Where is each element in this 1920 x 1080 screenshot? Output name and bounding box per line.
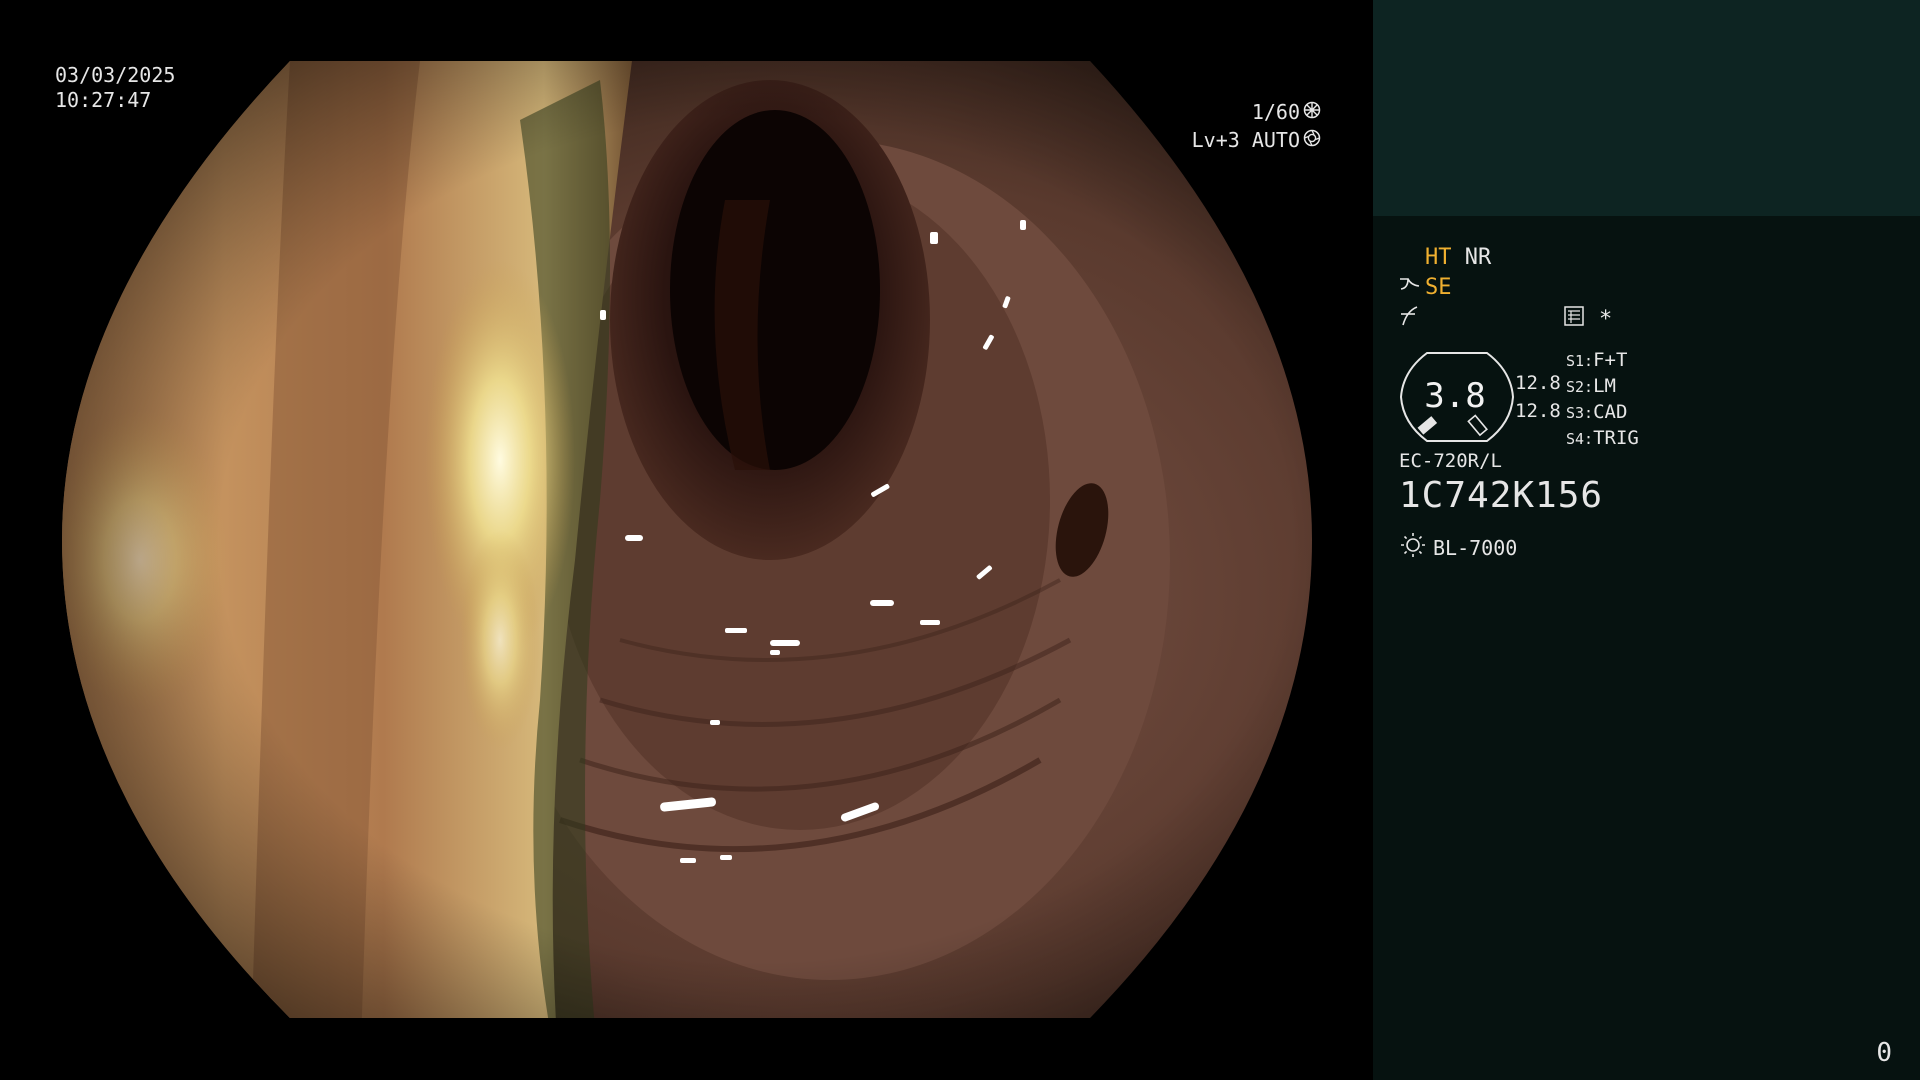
- structure-enhance-row: SE: [1399, 274, 1452, 302]
- exposure-readout: 1/60 Lv+3 AUTO: [1192, 98, 1321, 154]
- date-text: 03/03/2025: [55, 63, 176, 87]
- memory-row: *: [1563, 305, 1612, 335]
- endoscopic-image: [62, 61, 1312, 1018]
- switch-row: S1:F+T: [1566, 349, 1628, 371]
- switch-row: S4:TRIG: [1566, 427, 1639, 449]
- aperture-icon: [1303, 101, 1321, 123]
- nr-indicator: NR: [1464, 245, 1492, 270]
- patient-info-area: [1373, 0, 1920, 216]
- ht-indicator: HT: [1425, 245, 1452, 270]
- processing-mode-row: HT NR: [1425, 244, 1491, 272]
- se-indicator: SE: [1425, 275, 1452, 300]
- asterisk-indicator: *: [1599, 307, 1613, 332]
- switch-row: S3:CAD: [1566, 401, 1628, 423]
- light-source-text: BL-7000: [1433, 535, 1518, 560]
- structure-enhance-icon: [1399, 274, 1421, 302]
- iris-icon: [1303, 129, 1321, 151]
- zoom-reading-1: 12.8: [1515, 372, 1561, 394]
- slope-icon: [1399, 306, 1421, 333]
- endoscope-view: 03/03/2025 10:27:47 1/60 Lv+3 AUTO: [0, 0, 1373, 1080]
- info-panel: HT NR SE * 3.8 12.8 12.8 S1:F+T S2:LM S3…: [1373, 0, 1920, 1080]
- switch-row: S2:LM: [1566, 375, 1616, 397]
- scope-serial: 1C742K156: [1399, 475, 1604, 516]
- light-source-icon: [1399, 530, 1427, 565]
- datetime-readout: 03/03/2025 10:27:47: [55, 63, 175, 113]
- slope-indicator: [1399, 305, 1421, 335]
- shutter-speed-text: 1/60: [1251, 99, 1300, 124]
- light-source-row: BL-7000: [1399, 530, 1517, 565]
- memory-card-icon: [1563, 305, 1585, 335]
- brightness-level-text: Lv+3 AUTO: [1191, 127, 1300, 152]
- scope-switch-list: S1:F+T S2:LM S3:CAD S4:TRIG: [1566, 348, 1639, 452]
- zoom-readings: 12.8 12.8: [1515, 369, 1561, 425]
- scope-model: EC-720R/L: [1399, 450, 1502, 472]
- time-text: 10:27:47: [55, 88, 152, 112]
- zoom-reading-2: 12.8: [1515, 400, 1561, 422]
- frame-counter: 0: [1876, 1038, 1892, 1068]
- zoom-value: 3.8: [1424, 376, 1486, 416]
